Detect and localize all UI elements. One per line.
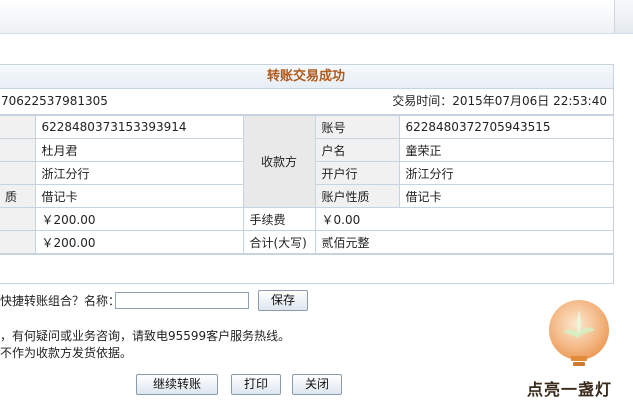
fee-label: 手续费 bbox=[242, 207, 316, 231]
payee-account-value: 6228480372705943515 bbox=[398, 115, 613, 139]
payer-account-type-label: 质 bbox=[0, 184, 36, 208]
total-value: ￥200.00 bbox=[34, 230, 244, 254]
payer-bank-value: 浙江分行 bbox=[34, 161, 244, 185]
fee-value: ￥0.00 bbox=[314, 207, 613, 231]
transfer-result-panel: 转账交易成功 70622537981305 交易时间：2015年07月06日 2… bbox=[0, 64, 614, 284]
payee-account-label: 账号 bbox=[314, 115, 400, 139]
payee-label: 收款方 bbox=[242, 115, 316, 208]
payer-account-type-value: 借记卡 bbox=[34, 184, 244, 208]
payee-name-value: 童荣正 bbox=[398, 138, 613, 162]
close-button[interactable]: 关闭 bbox=[292, 374, 343, 395]
table-row: 6228480373153393914 收款方 账号 6228480372705… bbox=[0, 115, 613, 208]
save-button[interactable]: 保存 bbox=[258, 290, 309, 311]
combo-name-label: 快捷转账组合？名称： bbox=[0, 294, 121, 308]
transaction-time-label: 交易时间： bbox=[392, 94, 453, 108]
notice-line-1: ，有何疑问或业务咨询，请致电95599客户服务热线。 bbox=[0, 329, 291, 343]
payee-bank-label: 开户行 bbox=[314, 161, 400, 185]
print-button[interactable]: 打印 bbox=[231, 374, 282, 395]
payee-account-type-label: 账户性质 bbox=[314, 184, 400, 208]
payer-bank-label bbox=[0, 161, 36, 185]
watermark-logo: 点亮一盏灯 bbox=[521, 298, 633, 404]
payer-name-label bbox=[0, 138, 36, 162]
total-label bbox=[0, 230, 36, 254]
transaction-time: 交易时间：2015年07月06日 22:53:40 bbox=[392, 89, 607, 114]
total-uppercase-value: 贰佰元整 bbox=[314, 230, 613, 254]
total-uppercase-label: 合计(大写) bbox=[242, 230, 316, 254]
quick-transfer-combo-row: 快捷转账组合？名称： bbox=[0, 290, 249, 312]
watermark-text: 点亮一盏灯 bbox=[527, 380, 613, 399]
payee-bank-value: 浙江分行 bbox=[398, 161, 613, 185]
transaction-info-row: 70622537981305 交易时间：2015年07月06日 22:53:40 bbox=[0, 89, 613, 115]
continue-transfer-button[interactable]: 继续转账 bbox=[136, 374, 218, 395]
panel-title: 转账交易成功 bbox=[0, 65, 613, 89]
top-bar bbox=[0, 0, 633, 34]
transaction-serial: 70622537981305 bbox=[1, 94, 108, 108]
payer-account-value: 6228480373153393914 bbox=[34, 115, 244, 139]
transaction-time-value: 2015年07月06日 22:53:40 bbox=[452, 94, 607, 108]
account-table: 6228480373153393914 收款方 账号 6228480372705… bbox=[0, 115, 613, 254]
notice-line-2: 不作为收款方发货依据。 bbox=[0, 346, 133, 360]
tab-edge bbox=[614, 0, 633, 33]
combo-name-input[interactable] bbox=[115, 292, 249, 309]
table-row: ￥200.00 手续费 ￥0.00 bbox=[0, 207, 613, 231]
payer-name-value: 杜月君 bbox=[34, 138, 244, 162]
empty-band bbox=[0, 254, 613, 279]
table-row: ￥200.00 合计(大写) 贰佰元整 bbox=[0, 230, 613, 254]
amount-label bbox=[0, 207, 36, 231]
payer-account-label bbox=[0, 115, 36, 139]
amount-value: ￥200.00 bbox=[34, 207, 244, 231]
payee-account-type-value: 借记卡 bbox=[398, 184, 613, 208]
payee-name-label: 户名 bbox=[314, 138, 400, 162]
